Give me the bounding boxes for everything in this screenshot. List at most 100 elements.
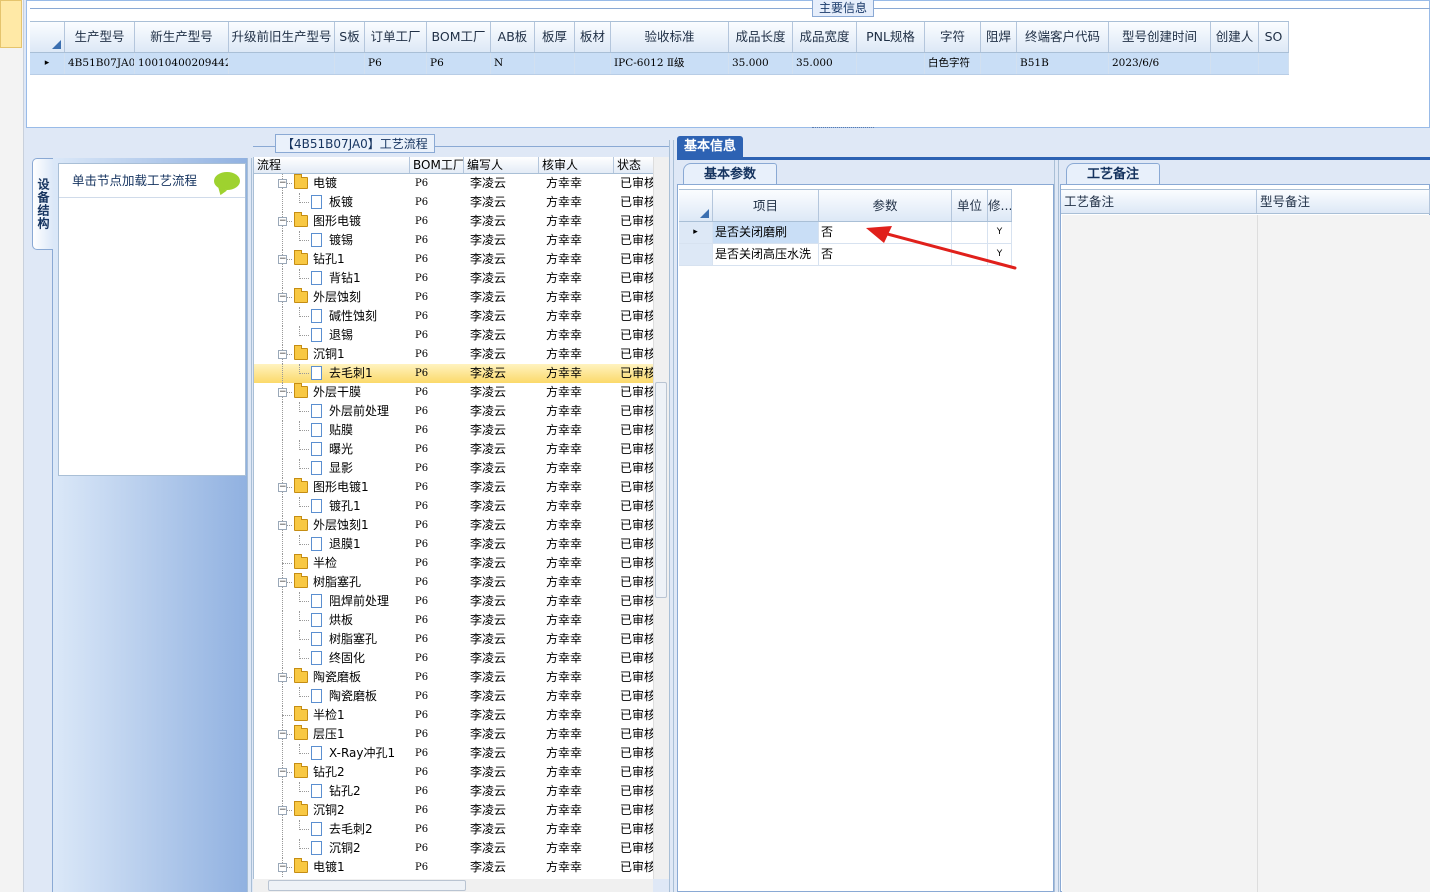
flow-row[interactable]: X-Ray冲孔1 P6 李凌云 方幸幸 已审核	[254, 744, 653, 763]
flow-row[interactable]: 终固化 P6 李凌云 方幸幸 已审核	[254, 649, 653, 668]
main-col-header[interactable]: BOM工厂	[427, 22, 491, 52]
collapse-toggle-icon[interactable]: −	[278, 255, 287, 264]
process-flow-label[interactable]: 【4B51B07JA0】工艺流程	[275, 134, 435, 153]
main-col-header[interactable]: 订单工厂	[365, 22, 427, 52]
flow-row[interactable]: 阻焊前处理 P6 李凌云 方幸幸 已审核	[254, 592, 653, 611]
main-col-header[interactable]: 板材	[575, 22, 611, 52]
flow-row[interactable]: − 外层干膜 P6 李凌云 方幸幸 已审核	[254, 383, 653, 402]
flow-col-header[interactable]: 状态	[614, 157, 653, 173]
main-col-header[interactable]: 升级前旧生产型号	[229, 22, 335, 52]
main-cell[interactable]	[575, 53, 611, 74]
flow-col-header[interactable]: BOM工厂	[410, 157, 464, 173]
flow-row[interactable]: − 图形电镀 P6 李凌云 方幸幸 已审核	[254, 212, 653, 231]
main-col-header[interactable]: 生产型号	[65, 22, 135, 52]
main-col-header[interactable]: 字符	[925, 22, 981, 52]
main-cell[interactable]: 2023/6/6	[1109, 53, 1211, 74]
main-col-header[interactable]: PNL规格	[857, 22, 925, 52]
param-col-header[interactable]: 项目	[713, 190, 819, 221]
middle-vertical-splitter[interactable]	[669, 140, 674, 892]
main-col-header[interactable]: 成品长度	[729, 22, 793, 52]
flow-row[interactable]: − 电镀 P6 李凌云 方幸幸 已审核	[254, 174, 653, 193]
flow-row[interactable]: 贴膜 P6 李凌云 方幸幸 已审核	[254, 421, 653, 440]
collapse-toggle-icon[interactable]: −	[278, 806, 287, 815]
flow-row[interactable]: 半检1 P6 李凌云 方幸幸 已审核	[254, 706, 653, 725]
flow-row[interactable]: 退膜1 P6 李凌云 方幸幸 已审核	[254, 535, 653, 554]
flow-row[interactable]: − 层压1 P6 李凌云 方幸幸 已审核	[254, 725, 653, 744]
collapse-toggle-icon[interactable]: −	[278, 521, 287, 530]
collapse-toggle-icon[interactable]: −	[278, 768, 287, 777]
main-cell[interactable]: N	[491, 53, 535, 74]
flow-row[interactable]: 碱性蚀刻 P6 李凌云 方幸幸 已审核	[254, 307, 653, 326]
right-vertical-splitter[interactable]	[1054, 160, 1059, 892]
main-cell[interactable]	[1211, 53, 1259, 74]
main-cell[interactable]	[1259, 53, 1289, 74]
notes-col-header[interactable]: 工艺备注	[1061, 190, 1257, 213]
param-col-header[interactable]: 单位	[952, 190, 988, 221]
flow-row[interactable]: − 沉铜2 P6 李凌云 方幸幸 已审核	[254, 801, 653, 820]
flow-row[interactable]: 去毛刺1 P6 李凌云 方幸幸 已审核	[254, 364, 653, 383]
collapse-toggle-icon[interactable]: −	[278, 293, 287, 302]
process-flow-vscroll-thumb[interactable]	[655, 382, 667, 598]
main-cell[interactable]: P6	[365, 53, 427, 74]
flow-row[interactable]: − 电镀1 P6 李凌云 方幸幸 已审核	[254, 858, 653, 877]
param-item-cell[interactable]: 是否关闭磨刷	[713, 222, 819, 243]
flow-row[interactable]: − 外层蚀刻1 P6 李凌云 方幸幸 已审核	[254, 516, 653, 535]
flow-row[interactable]: 陶瓷磨板 P6 李凌云 方幸幸 已审核	[254, 687, 653, 706]
param-unit-cell[interactable]	[952, 244, 988, 265]
flow-row[interactable]: 板镀 P6 李凌云 方幸幸 已审核	[254, 193, 653, 212]
param-item-cell[interactable]: 是否关闭高压水洗	[713, 244, 819, 265]
model-notes-column[interactable]	[1258, 215, 1430, 892]
flow-row[interactable]: 烘板 P6 李凌云 方幸幸 已审核	[254, 611, 653, 630]
main-cell[interactable]: 10010400209442	[135, 53, 229, 74]
main-cell[interactable]: 35.000	[793, 53, 857, 74]
collapse-toggle-icon[interactable]: −	[278, 730, 287, 739]
flow-row[interactable]: − 陶瓷磨板 P6 李凌云 方幸幸 已审核	[254, 668, 653, 687]
main-col-header[interactable]: 新生产型号	[135, 22, 229, 52]
flow-row[interactable]: 去毛刺2 P6 李凌云 方幸幸 已审核	[254, 820, 653, 839]
param-unit-cell[interactable]	[952, 222, 988, 243]
main-col-header[interactable]: AB板	[491, 22, 535, 52]
flow-row[interactable]: − 沉铜1 P6 李凌云 方幸幸 已审核	[254, 345, 653, 364]
main-info-row[interactable]: ▸ 4B51B07JA0 10010400209442 P6 P6 N IPC-6012 Ⅱ…	[30, 53, 1289, 75]
param-mod-cell[interactable]: Y	[988, 222, 1012, 243]
param-row[interactable]: 是否关闭高压水洗否 Y	[679, 244, 1012, 266]
flow-row[interactable]: 显影 P6 李凌云 方幸幸 已审核	[254, 459, 653, 478]
collapse-toggle-icon[interactable]: −	[278, 483, 287, 492]
main-cell[interactable]: IPC-6012 Ⅱ级	[611, 53, 729, 74]
param-mod-cell[interactable]: Y	[988, 244, 1012, 265]
main-cell[interactable]	[229, 53, 335, 74]
flow-row[interactable]: 镀锡 P6 李凌云 方幸幸 已审核	[254, 231, 653, 250]
flow-row[interactable]: 树脂塞孔 P6 李凌云 方幸幸 已审核	[254, 630, 653, 649]
main-cell[interactable]	[335, 53, 365, 74]
flow-col-header[interactable]: 编写人	[464, 157, 539, 173]
collapse-toggle-icon[interactable]: −	[278, 217, 287, 226]
flow-row[interactable]: 镀孔1 P6 李凌云 方幸幸 已审核	[254, 497, 653, 516]
tab-process-notes[interactable]: 工艺备注	[1066, 163, 1160, 185]
main-cell[interactable]: 4B51B07JA0	[65, 53, 135, 74]
collapse-toggle-icon[interactable]: −	[278, 673, 287, 682]
main-col-header[interactable]: 终端客户代码	[1017, 22, 1109, 52]
main-info-label[interactable]: 主要信息	[812, 0, 875, 17]
flow-row[interactable]: 钻孔2 P6 李凌云 方幸幸 已审核	[254, 782, 653, 801]
collapse-toggle-icon[interactable]: −	[278, 863, 287, 872]
collapse-toggle-icon[interactable]: −	[278, 388, 287, 397]
main-cell[interactable]: 35.000	[729, 53, 793, 74]
process-flow-hscroll-thumb[interactable]	[268, 880, 466, 891]
main-cell[interactable]: 白色字符	[925, 53, 981, 74]
collapse-toggle-icon[interactable]: −	[278, 350, 287, 359]
flow-row[interactable]: − 外层蚀刻 P6 李凌云 方幸幸 已审核	[254, 288, 653, 307]
flow-col-header[interactable]: 核审人	[539, 157, 614, 173]
flow-row[interactable]: − 钻孔2 P6 李凌云 方幸幸 已审核	[254, 763, 653, 782]
flow-row[interactable]: 背钻1 P6 李凌云 方幸幸 已审核	[254, 269, 653, 288]
main-col-header[interactable]: 验收标准	[611, 22, 729, 52]
collapse-toggle-icon[interactable]: −	[278, 578, 287, 587]
main-cell[interactable]	[981, 53, 1017, 74]
grid-corner-icon[interactable]	[679, 190, 713, 221]
main-cell[interactable]	[535, 53, 575, 74]
flow-row[interactable]: − 图形电镀1 P6 李凌云 方幸幸 已审核	[254, 478, 653, 497]
notes-col-header[interactable]: 型号备注	[1257, 190, 1430, 213]
tab-basic-info[interactable]: 基本信息	[677, 136, 743, 158]
grid-corner-icon[interactable]	[30, 22, 65, 52]
flow-row[interactable]: − 树脂塞孔 P6 李凌云 方幸幸 已审核	[254, 573, 653, 592]
param-row[interactable]: ▸ 是否关闭磨刷否 Y	[679, 222, 1012, 244]
